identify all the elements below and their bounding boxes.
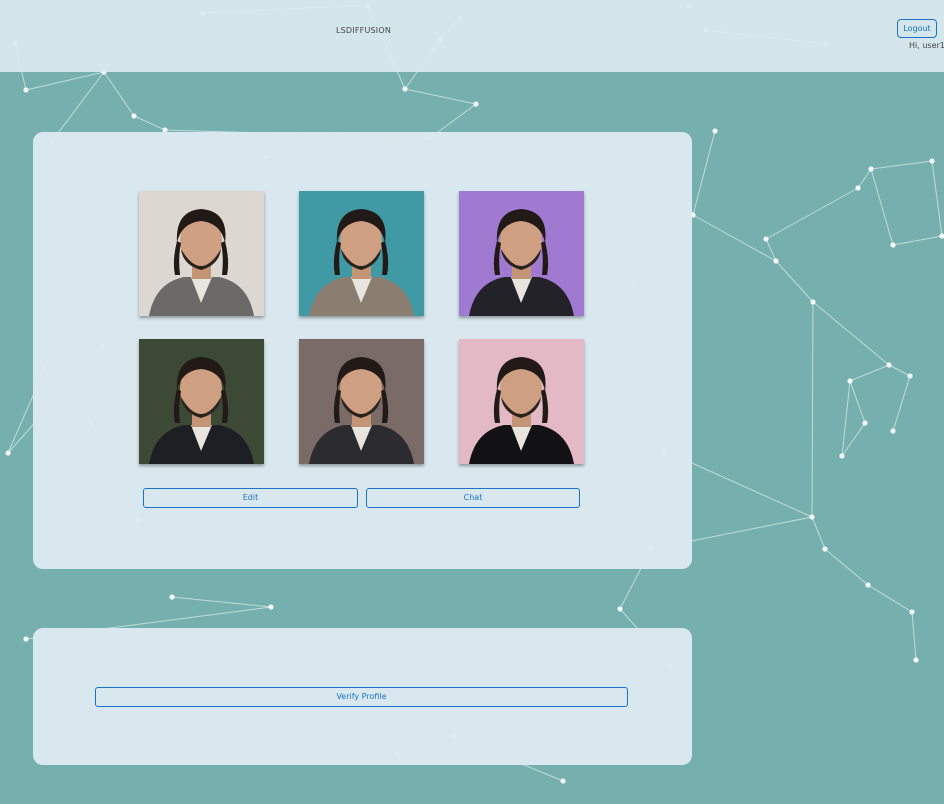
network-line xyxy=(888,364,911,377)
network-node xyxy=(868,166,874,172)
network-node xyxy=(560,778,566,784)
portrait-image xyxy=(299,339,424,464)
network-node xyxy=(810,299,816,305)
network-line xyxy=(870,160,933,170)
network-node xyxy=(617,606,623,612)
network-node xyxy=(473,101,479,107)
network-node xyxy=(847,378,853,384)
network-line xyxy=(133,115,166,131)
user-greeting: Hi, user1 xyxy=(909,41,944,50)
network-node xyxy=(909,609,915,615)
network-line xyxy=(849,380,866,424)
top-header: LSDIFFUSION Logout Hi, user1 xyxy=(0,0,944,72)
portrait-image xyxy=(139,339,264,464)
network-line xyxy=(824,548,869,586)
network-node xyxy=(890,428,896,434)
network-line xyxy=(692,214,777,262)
network-node xyxy=(169,594,175,600)
edit-button[interactable]: Edit xyxy=(143,488,358,508)
network-node xyxy=(886,362,892,368)
network-node xyxy=(23,636,29,642)
network-line xyxy=(892,235,943,246)
portrait-image xyxy=(299,191,424,316)
gallery-card: Edit Chat xyxy=(33,132,692,569)
verify-card: Verify Profile xyxy=(33,628,692,765)
network-node xyxy=(839,453,845,459)
portrait-image xyxy=(139,191,264,316)
network-node xyxy=(822,546,828,552)
photo-3[interactable] xyxy=(459,191,584,316)
network-node xyxy=(865,582,871,588)
network-line xyxy=(811,516,826,550)
network-node xyxy=(268,604,274,610)
verify-profile-button[interactable]: Verify Profile xyxy=(95,687,628,707)
network-node xyxy=(913,657,919,663)
network-line xyxy=(841,380,851,457)
network-node xyxy=(23,87,29,93)
photo-4[interactable] xyxy=(139,339,264,464)
photo-6[interactable] xyxy=(459,339,584,464)
network-line xyxy=(812,301,890,366)
network-node xyxy=(773,258,779,264)
network-node xyxy=(907,373,913,379)
network-node xyxy=(402,86,408,92)
network-line xyxy=(857,168,872,189)
network-line xyxy=(103,71,135,117)
photo-5[interactable] xyxy=(299,339,424,464)
photo-2[interactable] xyxy=(299,191,424,316)
network-line xyxy=(849,364,890,382)
portrait-image xyxy=(459,339,584,464)
network-line xyxy=(811,301,814,518)
network-node xyxy=(809,514,815,520)
logout-button[interactable]: Logout xyxy=(897,19,937,38)
network-line xyxy=(931,160,943,237)
network-node xyxy=(5,450,11,456)
network-node xyxy=(890,242,896,248)
brand-title: LSDIFFUSION xyxy=(336,26,392,35)
network-node xyxy=(763,236,769,242)
network-line xyxy=(171,596,272,608)
portrait-image xyxy=(459,191,584,316)
network-line xyxy=(870,168,894,246)
chat-button[interactable]: Chat xyxy=(366,488,580,508)
network-line xyxy=(892,375,911,432)
network-node xyxy=(939,233,944,239)
network-line xyxy=(911,611,917,661)
network-line xyxy=(765,187,859,240)
network-line xyxy=(404,88,477,105)
network-node xyxy=(131,113,137,119)
network-node xyxy=(855,185,861,191)
network-node xyxy=(712,128,718,134)
photo-1[interactable] xyxy=(139,191,264,316)
network-node xyxy=(929,158,935,164)
network-node xyxy=(862,420,868,426)
network-line xyxy=(775,260,814,303)
network-line xyxy=(692,130,716,216)
network-line xyxy=(867,584,913,613)
